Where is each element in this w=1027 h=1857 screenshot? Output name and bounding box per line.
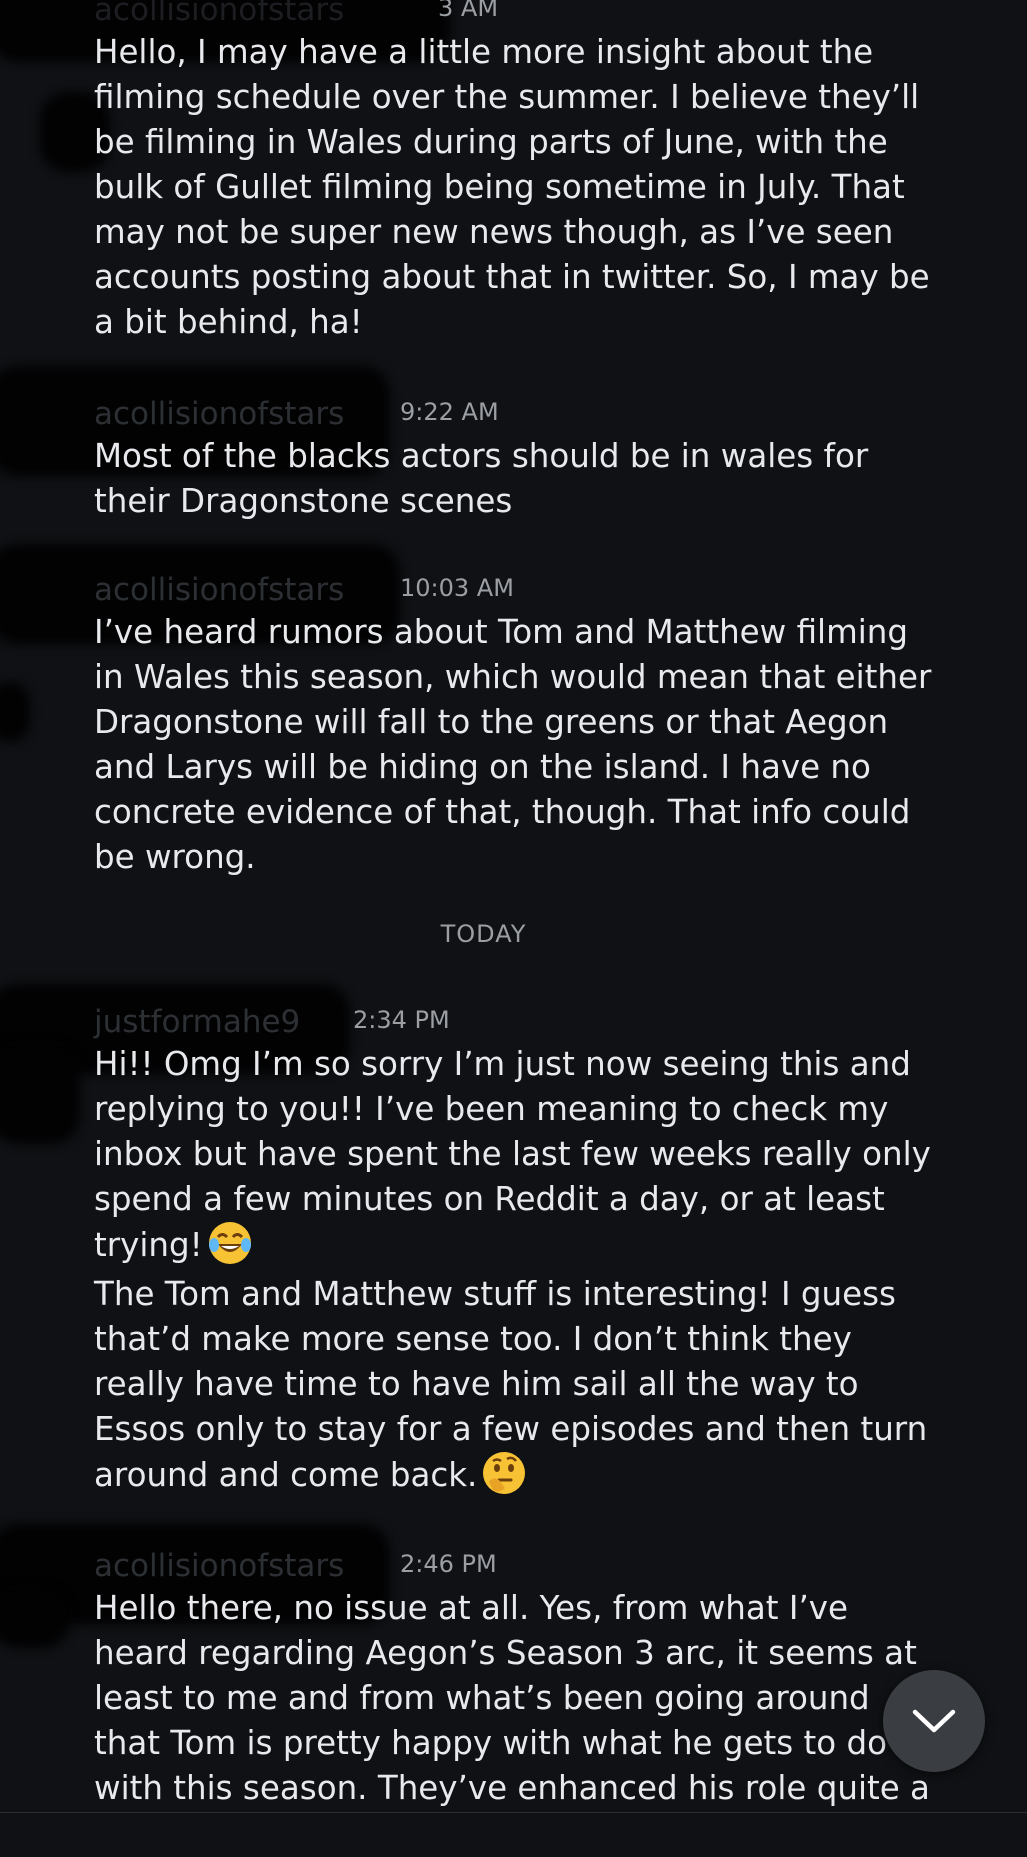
message-text: Hi!! Omg I’m so sorry I’m just now seein…	[94, 1042, 994, 1268]
avatar-redaction	[0, 1588, 70, 1648]
message-text: Hello, I may have a little more insight …	[94, 33, 930, 341]
message-text: The Tom and Matthew stuff is interesting…	[94, 1272, 994, 1498]
message-username[interactable]: acollisionofstars	[94, 572, 344, 608]
avatar-redaction	[0, 682, 30, 742]
message-username[interactable]: acollisionofstars	[94, 1548, 344, 1584]
bottom-bar	[0, 1812, 1027, 1857]
avatar-redaction	[0, 1044, 80, 1144]
message-username[interactable]: acollisionofstars	[94, 396, 344, 432]
date-separator: TODAY	[440, 920, 527, 948]
laughing-crying-emoji-icon	[208, 1222, 251, 1264]
message-timestamp: 2:34 PM	[353, 1006, 450, 1034]
message-username[interactable]: justformahe9	[94, 1004, 300, 1040]
thinking-face-emoji-icon	[483, 1452, 526, 1494]
message-timestamp: 9:22 AM	[400, 398, 499, 426]
chat-thread[interactable]: acollisionofstars 3 AM Hello, I may have…	[0, 0, 1027, 1812]
chevron-down-icon	[912, 1709, 956, 1733]
message-text: Most of the blacks actors should be in w…	[94, 437, 869, 520]
message-timestamp: 2:46 PM	[400, 1550, 497, 1578]
message-username[interactable]: acollisionofstars	[94, 0, 344, 28]
message-text: Hello there, no issue at all. Yes, from …	[94, 1589, 930, 1807]
message-text: I’ve heard rumors about Tom and Matthew …	[94, 613, 932, 876]
message-timestamp: 10:03 AM	[400, 574, 514, 602]
scroll-to-bottom-button[interactable]	[883, 1670, 985, 1772]
message-timestamp: 3 AM	[438, 0, 499, 22]
